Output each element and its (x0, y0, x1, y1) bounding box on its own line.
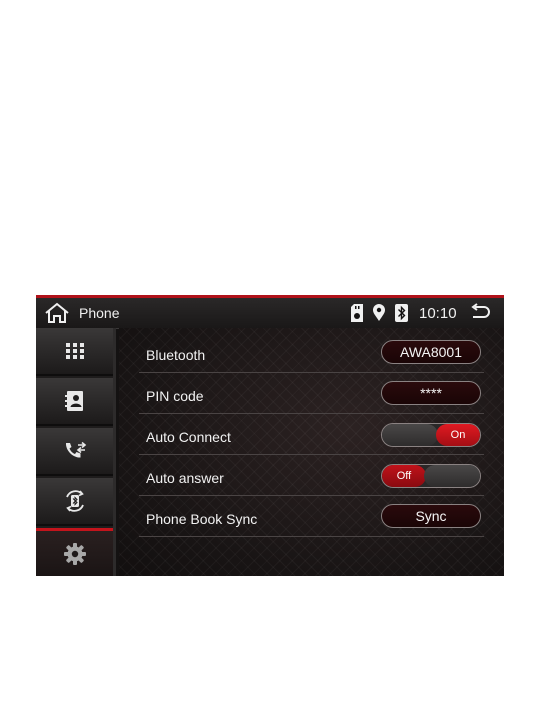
bluetooth-phone-icon (65, 490, 84, 512)
setting-row-phone-book-sync: Phone Book Sync Sync (139, 496, 484, 537)
pin-code-label: PIN code (146, 388, 204, 404)
toggle-on-state: On (436, 424, 480, 446)
sync-button[interactable]: Sync (381, 504, 481, 528)
sd-card-icon (351, 304, 363, 322)
setting-row-auto-connect: Auto Connect On (139, 414, 484, 455)
auto-answer-toggle[interactable]: Off (381, 464, 481, 488)
contacts-icon (64, 391, 83, 411)
auto-connect-toggle[interactable]: On (381, 423, 481, 447)
auto-answer-label: Auto answer (146, 470, 224, 486)
app-title: Phone (79, 305, 120, 321)
auto-connect-label: Auto Connect (146, 429, 231, 445)
toggle-track (382, 424, 438, 446)
phone-book-sync-label: Phone Book Sync (146, 511, 258, 527)
settings-icon (63, 543, 86, 565)
toggle-knob (424, 465, 480, 487)
setting-row-bluetooth: Bluetooth AWA8001 (139, 332, 484, 373)
sidebar-item-contacts[interactable] (36, 378, 113, 426)
toggle-off-state: Off (382, 465, 426, 487)
call-log-icon (65, 441, 86, 458)
location-icon (373, 304, 385, 321)
sidebar (36, 328, 116, 576)
sidebar-item-bluetooth-phone[interactable] (36, 478, 113, 526)
settings-panel: Bluetooth AWA8001 PIN code **** Auto Con… (119, 328, 504, 576)
sidebar-item-apps[interactable] (36, 328, 113, 376)
sidebar-item-call-log[interactable] (36, 428, 113, 476)
pin-code-button[interactable]: **** (381, 381, 481, 405)
status-bar: Phone 10:10 (36, 298, 504, 329)
back-icon[interactable] (469, 303, 491, 323)
bluetooth-label: Bluetooth (146, 347, 206, 363)
home-icon[interactable] (44, 302, 70, 324)
setting-row-auto-answer: Auto answer Off (139, 455, 484, 496)
apps-grid-icon (65, 343, 84, 359)
clock: 10:10 (419, 305, 457, 322)
sidebar-item-settings[interactable] (36, 528, 113, 576)
bluetooth-icon (395, 304, 408, 322)
phone-settings-screen: Phone 10:10 Bluetooth AWA8001 PIN code *… (36, 295, 504, 576)
setting-row-pin-code: PIN code **** (139, 373, 484, 414)
bluetooth-name-button[interactable]: AWA8001 (381, 340, 481, 364)
